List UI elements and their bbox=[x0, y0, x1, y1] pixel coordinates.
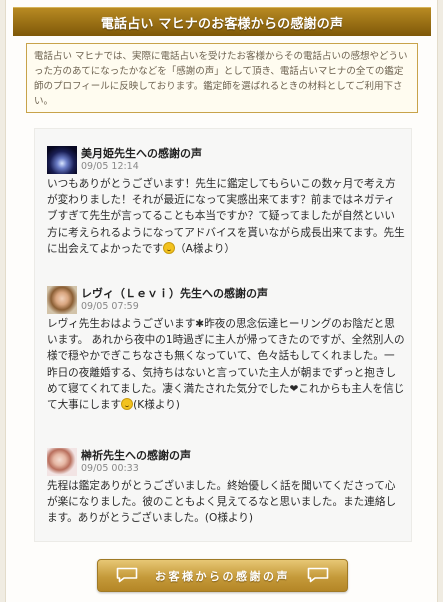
button-label: お客様からの感謝の声 bbox=[155, 569, 290, 583]
testimonial-date: 09/05 00:33 bbox=[81, 463, 139, 474]
testimonial-date: 09/05 07:59 bbox=[81, 301, 139, 312]
smiley-emoji-icon bbox=[163, 241, 176, 254]
testimonial-body: いつもありがとうございます！先生に鑑定してもらいこの数ヶ月で考え方が変わりました… bbox=[47, 178, 405, 255]
testimonial-entry: 美月姫先生への感謝の声 09/05 12:14 いつもありがとうございます！先生… bbox=[47, 144, 405, 257]
testimonial-title[interactable]: 榊祈先生への感謝の声 bbox=[81, 447, 191, 463]
testimonial-body: 先程は鑑定ありがとうございました。終始優しく話を聞いてくださって心が楽になりまし… bbox=[47, 480, 397, 525]
counselor-avatar[interactable] bbox=[47, 146, 77, 174]
customer-voices-button[interactable]: お客様からの感謝の声 bbox=[97, 559, 348, 592]
section-header: 電話占い マヒナのお客様からの感謝の声 bbox=[13, 7, 431, 36]
testimonial-title[interactable]: レヴィ（Ｌｅｖｉ）先生への感謝の声 bbox=[81, 285, 268, 301]
testimonials-panel: 美月姫先生への感謝の声 09/05 12:14 いつもありがとうございます！先生… bbox=[34, 128, 412, 542]
counselor-avatar[interactable] bbox=[47, 286, 77, 314]
page-title: 電話占い マヒナのお客様からの感謝の声 bbox=[100, 16, 344, 32]
speech-bubble-icon bbox=[116, 567, 138, 583]
testimonial-title[interactable]: 美月姫先生への感謝の声 bbox=[81, 145, 202, 161]
speech-bubble-icon bbox=[307, 567, 329, 583]
counselor-avatar[interactable] bbox=[47, 448, 77, 476]
testimonial-body: レヴィ先生おはようございます✱昨夜の思念伝達ヒーリングのお陰だと思います。 あれ… bbox=[47, 318, 405, 412]
intro-text: 電話占い マヒナでは、実際に電話占いを受けたお客様からその電話占いの感想やどうい… bbox=[34, 51, 408, 107]
intro-box: 電話占い マヒナでは、実際に電話占いを受けたお客様からその電話占いの感想やどうい… bbox=[26, 43, 418, 113]
testimonial-entry: レヴィ（Ｌｅｖｉ）先生への感謝の声 09/05 07:59 レヴィ先生おはようご… bbox=[47, 284, 405, 413]
testimonial-entry: 榊祈先生への感謝の声 09/05 00:33 先程は鑑定ありがとうございました。… bbox=[47, 446, 405, 527]
testimonial-date: 09/05 12:14 bbox=[81, 161, 139, 172]
smiley-emoji-icon bbox=[121, 398, 134, 411]
